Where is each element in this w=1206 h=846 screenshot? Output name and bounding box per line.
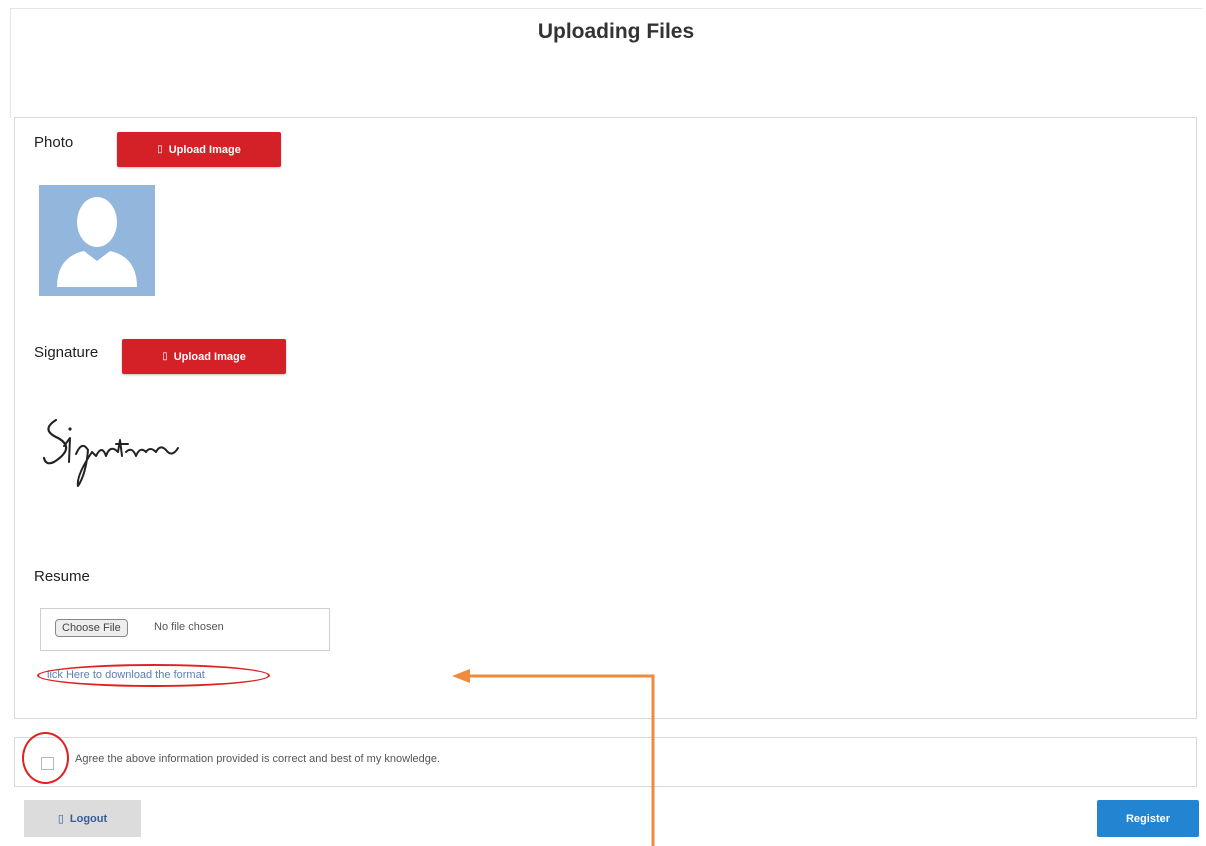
register-button[interactable]: Register — [1097, 800, 1199, 837]
upload-icon: ▯ — [162, 351, 168, 362]
upload-icon: ▯ — [157, 144, 163, 155]
frame-top-border — [10, 8, 1202, 9]
agreement-text: Agree the above information provided is … — [75, 753, 441, 765]
annotation-ellipse — [37, 664, 270, 687]
annotation-circle — [22, 732, 69, 784]
page-title: Uploading Files — [537, 20, 695, 43]
resume-file-input[interactable]: Choose File No file chosen — [40, 608, 330, 651]
logout-button[interactable]: ▯ Logout — [24, 800, 141, 837]
signature-upload-button[interactable]: ▯ Upload Image — [122, 339, 286, 374]
logout-icon: ▯ — [57, 813, 64, 825]
choose-file-button[interactable]: Choose File — [55, 619, 128, 637]
signature-upload-label: Upload Image — [173, 350, 246, 363]
signature-label: Signature — [34, 344, 99, 361]
signature-image — [42, 418, 179, 487]
logout-label: Logout — [69, 812, 108, 825]
file-status-text: No file chosen — [154, 621, 224, 633]
photo-upload-label: Upload Image — [168, 143, 241, 156]
photo-upload-button[interactable]: ▯ Upload Image — [117, 132, 281, 167]
resume-label: Resume — [34, 568, 90, 585]
photo-label: Photo — [34, 134, 74, 151]
photo-placeholder-avatar — [39, 185, 155, 296]
